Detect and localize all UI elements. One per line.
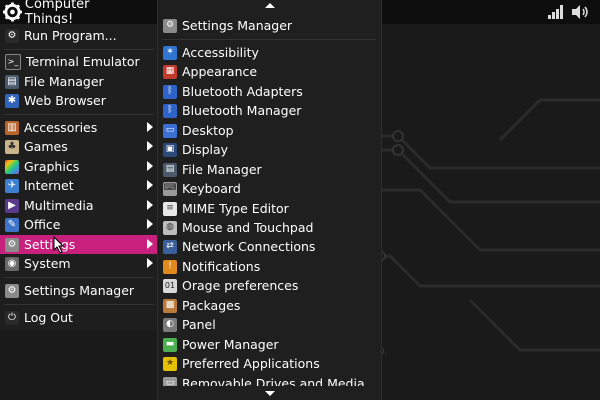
keyboard-icon: ⌨	[163, 181, 177, 196]
submenu-item-packages[interactable]: ▩ Packages	[158, 296, 381, 315]
volume-icon[interactable]	[572, 5, 590, 19]
gear-icon: ⚙	[5, 28, 19, 43]
terminal-icon: >_	[5, 53, 21, 70]
graphics-icon	[5, 159, 19, 174]
submenu-item-mime-type-editor[interactable]: ≡ MIME Type Editor	[158, 199, 381, 218]
menu-separator	[4, 49, 154, 50]
games-icon: ♣	[5, 139, 19, 154]
notifications-icon: !	[163, 259, 177, 274]
submenu-item-desktop[interactable]: ▭ Desktop	[158, 121, 381, 140]
applications-menu-button[interactable]: Computer Things!	[0, 0, 136, 27]
chevron-right-icon	[147, 239, 153, 249]
submenu-item-orage-preferences[interactable]: 01 Orage preferences	[158, 276, 381, 295]
menu-item-office[interactable]: ✎ Office	[0, 215, 157, 234]
submenu-item-keyboard[interactable]: ⌨ Keyboard	[158, 179, 381, 198]
menu-item-system[interactable]: ◉ System	[0, 254, 157, 273]
applications-menu: ⚙ Run Program... >_ Terminal Emulator ▤ …	[0, 24, 158, 330]
star-icon: ★	[163, 356, 177, 371]
package-icon: ▩	[163, 298, 177, 313]
menu-item-run-program[interactable]: ⚙ Run Program...	[0, 26, 157, 45]
menu-item-file-manager[interactable]: ▤ File Manager	[0, 72, 157, 91]
scroll-up-icon	[264, 2, 275, 8]
settings-manager-icon: ⚙	[5, 283, 19, 298]
chevron-right-icon	[147, 258, 153, 268]
submenu-item-notifications[interactable]: ! Notifications	[158, 257, 381, 276]
scroll-up-button[interactable]	[158, 0, 381, 10]
file-manager-icon: ▤	[5, 74, 19, 89]
menu-item-settings-manager[interactable]: ⚙ Settings Manager	[0, 281, 157, 300]
submenu-item-display[interactable]: ▣ Display	[158, 140, 381, 159]
chevron-right-icon	[147, 200, 153, 210]
submenu-item-appearance[interactable]: ▦ Appearance	[158, 62, 381, 81]
menu-item-log-out[interactable]: ⏻ Log Out	[0, 308, 157, 327]
menu-item-games[interactable]: ♣ Games	[0, 137, 157, 156]
internet-icon: ✈	[5, 178, 19, 193]
accessibility-icon: ✶	[163, 45, 177, 60]
file-manager-icon: ▤	[163, 162, 177, 177]
office-icon: ✎	[5, 217, 19, 232]
chevron-right-icon	[147, 161, 153, 171]
menu-item-multimedia[interactable]: ▶ Multimedia	[0, 196, 157, 215]
system-icon: ◉	[5, 256, 19, 271]
menu-title: Computer Things!	[24, 0, 90, 27]
submenu-item-power-manager[interactable]: ▬ Power Manager	[158, 335, 381, 354]
bluetooth-icon: ᛒ	[163, 103, 177, 118]
menu-item-internet[interactable]: ✈ Internet	[0, 176, 157, 195]
menu-item-terminal-emulator[interactable]: >_ Terminal Emulator	[0, 52, 157, 71]
submenu-item-panel[interactable]: ◐ Panel	[158, 315, 381, 334]
menu-item-accessories[interactable]: ▥ Accessories	[0, 118, 157, 137]
gear-logo-icon	[2, 2, 22, 22]
submenu-separator	[162, 39, 376, 40]
menu-separator	[4, 304, 154, 305]
calendar-icon: 01	[163, 278, 177, 293]
settings-manager-icon: ⚙	[163, 18, 177, 33]
chevron-right-icon	[147, 141, 153, 151]
mime-icon: ≡	[163, 201, 177, 216]
mouse-icon: ◍	[163, 220, 177, 235]
appearance-icon: ▦	[163, 64, 177, 79]
submenu-item-mouse-and-touchpad[interactable]: ◍ Mouse and Touchpad	[158, 218, 381, 237]
menu-item-web-browser[interactable]: ✱ Web Browser	[0, 91, 157, 110]
panel-icon: ◐	[163, 317, 177, 332]
system-tray	[548, 0, 600, 24]
globe-icon: ✱	[5, 93, 19, 108]
settings-submenu: ⚙ Settings Manager ✶ Accessibility ▦ App…	[157, 0, 382, 400]
submenu-item-accessibility[interactable]: ✶ Accessibility	[158, 43, 381, 62]
menu-item-graphics[interactable]: Graphics	[0, 157, 157, 176]
menu-item-settings[interactable]: ⚙ Settings	[0, 235, 157, 254]
submenu-item-settings-manager[interactable]: ⚙ Settings Manager	[158, 16, 381, 35]
multimedia-icon: ▶	[5, 198, 19, 213]
signal-icon[interactable]	[548, 5, 564, 19]
submenu-item-bluetooth-adapters[interactable]: ᛒ Bluetooth Adapters	[158, 82, 381, 101]
battery-icon: ▬	[163, 337, 177, 352]
accessories-icon: ▥	[5, 120, 19, 135]
display-icon: ▣	[163, 142, 177, 157]
chevron-right-icon	[147, 180, 153, 190]
bluetooth-icon: ᛒ	[163, 84, 177, 99]
mouse-cursor-icon	[53, 236, 65, 254]
scroll-down-icon	[264, 390, 275, 396]
desktop-icon: ▭	[163, 123, 177, 138]
scroll-down-button[interactable]	[158, 386, 381, 400]
menu-separator	[4, 114, 154, 115]
submenu-item-preferred-applications[interactable]: ★ Preferred Applications	[158, 354, 381, 373]
submenu-item-file-manager[interactable]: ▤ File Manager	[158, 160, 381, 179]
menu-separator	[4, 277, 154, 278]
network-icon: ⇄	[163, 239, 177, 254]
chevron-right-icon	[147, 219, 153, 229]
submenu-item-bluetooth-manager[interactable]: ᛒ Bluetooth Manager	[158, 101, 381, 120]
submenu-item-network-connections[interactable]: ⇄ Network Connections	[158, 237, 381, 256]
settings-icon: ⚙	[5, 237, 19, 252]
chevron-right-icon	[147, 122, 153, 132]
power-icon: ⏻	[5, 310, 19, 325]
